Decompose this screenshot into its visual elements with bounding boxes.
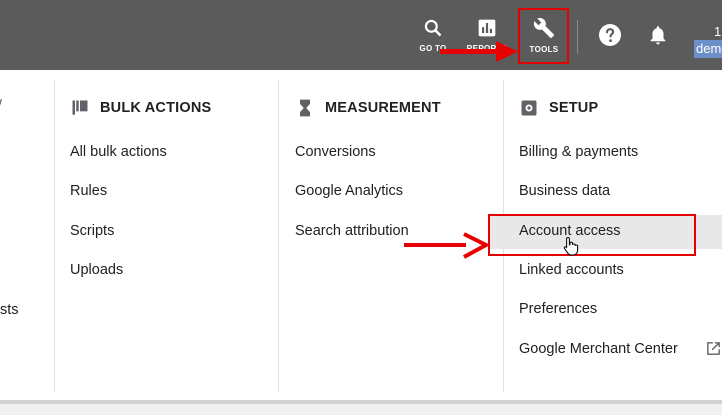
hand-cursor-icon	[563, 236, 579, 256]
menu-item-search-attribution[interactable]: Search attribution	[295, 223, 409, 239]
search-icon	[424, 19, 442, 36]
annotation-arrow-account-access	[404, 232, 490, 259]
measurement-header: MEASUREMENT	[295, 98, 441, 118]
menu-item-rules[interactable]: Rules	[70, 183, 107, 199]
menu-item-business-data[interactable]: Business data	[519, 183, 610, 199]
account-name[interactable]: demo	[694, 40, 722, 58]
account-access-annotation-box	[488, 214, 696, 256]
annotation-arrow-tools	[440, 41, 518, 62]
bar-chart-icon	[478, 19, 496, 36]
setup-header: SETUP	[519, 98, 598, 118]
menu-item-conversions[interactable]: Conversions	[295, 144, 376, 160]
bulk-actions-icon	[70, 98, 90, 118]
menu-item-preferences[interactable]: Preferences	[519, 301, 597, 317]
account-number: 1	[714, 24, 722, 39]
column-divider	[54, 80, 55, 392]
bulk-actions-header: BULK ACTIONS	[70, 98, 211, 118]
menu-item-google-analytics[interactable]: Google Analytics	[295, 183, 403, 199]
menu-item-linked-accounts[interactable]: Linked accounts	[519, 262, 624, 278]
bulk-actions-title: BULK ACTIONS	[100, 100, 212, 116]
measurement-title: MEASUREMENT	[325, 100, 441, 116]
page-background	[0, 404, 722, 415]
help-button[interactable]	[596, 0, 624, 70]
top-bar: GO TO REPORTS TOOLS 1 demo	[0, 0, 722, 70]
menu-item-uploads[interactable]: Uploads	[70, 262, 123, 278]
left-column-fragment-item[interactable]: sts	[0, 302, 19, 318]
left-column-fragment-mark: /	[0, 96, 2, 112]
menu-item-google-merchant-center[interactable]: Google Merchant Center	[519, 341, 678, 357]
external-link-icon	[707, 342, 720, 355]
bell-icon	[650, 26, 666, 45]
setup-title: SETUP	[549, 100, 599, 116]
hourglass-icon	[295, 98, 315, 118]
menu-item-all-bulk-actions[interactable]: All bulk actions	[70, 144, 167, 160]
menu-item-scripts[interactable]: Scripts	[70, 223, 114, 239]
settings-gear-icon	[519, 98, 539, 118]
notifications-button[interactable]	[644, 0, 672, 70]
topbar-divider	[577, 20, 578, 54]
tools-annotation-box	[518, 8, 569, 64]
help-icon	[599, 24, 621, 46]
column-divider	[278, 80, 279, 392]
menu-item-billing-payments[interactable]: Billing & payments	[519, 144, 638, 160]
